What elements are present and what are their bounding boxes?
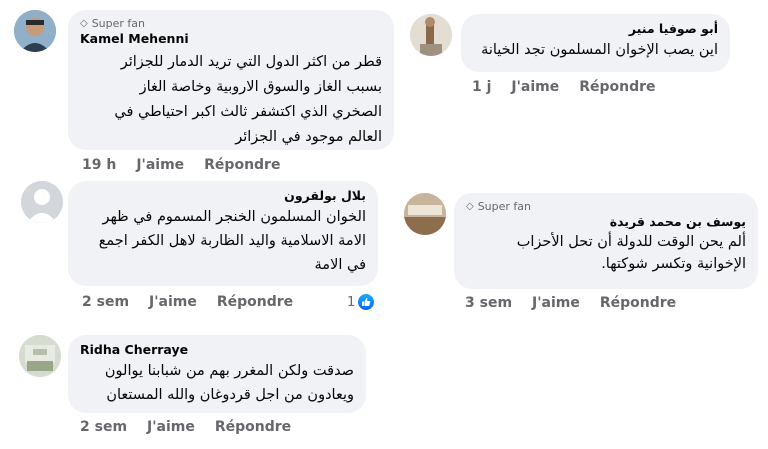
avatar-photo [14, 10, 56, 52]
avatar[interactable] [404, 193, 446, 235]
comment-time[interactable]: 1 j [472, 79, 491, 95]
comment-time[interactable]: 3 sem [465, 295, 512, 311]
reply-button[interactable]: Répondre [579, 79, 655, 95]
super-fan-icon: ◇ [466, 200, 474, 212]
like-button[interactable]: J'aime [147, 419, 195, 435]
reply-button[interactable]: Répondre [215, 419, 291, 435]
like-button[interactable]: J'aime [532, 295, 580, 311]
reaction-count: 1 [347, 294, 356, 310]
avatar[interactable] [19, 335, 61, 377]
comment-actions: 2 sem J'aime Répondre [80, 419, 291, 435]
comment-bubble: Ridha Cherraye صدقت ولكن المغرر بهم من ش… [68, 335, 366, 413]
reply-button[interactable]: Répondre [217, 294, 293, 310]
comment-time[interactable]: 2 sem [80, 419, 127, 435]
reply-button[interactable]: Répondre [204, 157, 280, 173]
default-avatar-icon [21, 181, 63, 223]
avatar-photo [410, 14, 452, 56]
comment-bubble: ◇ Super fan Kamel Mehenni قطر من اكثر ال… [68, 10, 394, 150]
avatar[interactable] [14, 10, 56, 52]
super-fan-badge: ◇ Super fan [80, 16, 146, 30]
super-fan-icon: ◇ [80, 17, 88, 29]
comment-actions: 2 sem J'aime Répondre [82, 294, 293, 310]
like-button[interactable]: J'aime [149, 294, 197, 310]
comment-time[interactable]: 2 sem [82, 294, 129, 310]
comment-bubble: ◇ Super fan يوسف بن محمد قريدة ألم يحن ا… [454, 193, 758, 289]
comment-bubble: بلال بولقرون الخوان المسلمون الخنجر المس… [68, 181, 378, 286]
comment-author[interactable]: Ridha Cherraye [80, 341, 354, 359]
like-reaction-icon [357, 293, 376, 311]
reaction-summary[interactable]: 1 [347, 293, 376, 311]
avatar-photo [19, 335, 61, 377]
comment-author[interactable]: يوسف بن محمد قريدة [466, 213, 746, 231]
like-button[interactable]: J'aime [136, 157, 184, 173]
comment-text: الخوان المسلمون الخنجر المسموم في ظهر ال… [98, 209, 366, 273]
comment-time[interactable]: 19 h [82, 157, 116, 173]
like-button[interactable]: J'aime [511, 79, 559, 95]
avatar[interactable] [410, 14, 452, 56]
comment-author[interactable]: بلال بولقرون [80, 187, 366, 205]
comment-author[interactable]: أبو صوفيا منير [473, 20, 718, 38]
avatar-photo [404, 193, 446, 235]
comment-text: قطر من اكثر الدول التي تريد الدمار للجزا… [114, 54, 382, 145]
comment-text: صدقت ولكن المغرر بهم من شبابنا يوالون وي… [104, 363, 354, 403]
comment-actions: 1 j J'aime Répondre [472, 79, 656, 95]
avatar[interactable] [21, 181, 63, 223]
comment-text: اين يصب الإخوان المسلمون تجد الخيانة [481, 42, 718, 58]
comment-actions: 19 h J'aime Répondre [82, 157, 280, 173]
comment-text: ألم يحن الوقت للدولة أن تحل الأحزاب الإخ… [516, 234, 746, 272]
super-fan-badge: ◇ Super fan [466, 199, 532, 213]
comment-bubble: أبو صوفيا منير اين يصب الإخوان المسلمون … [461, 14, 730, 72]
reply-button[interactable]: Répondre [600, 295, 676, 311]
comment-author[interactable]: Kamel Mehenni [80, 30, 382, 48]
comment-actions: 3 sem J'aime Répondre [465, 295, 676, 311]
